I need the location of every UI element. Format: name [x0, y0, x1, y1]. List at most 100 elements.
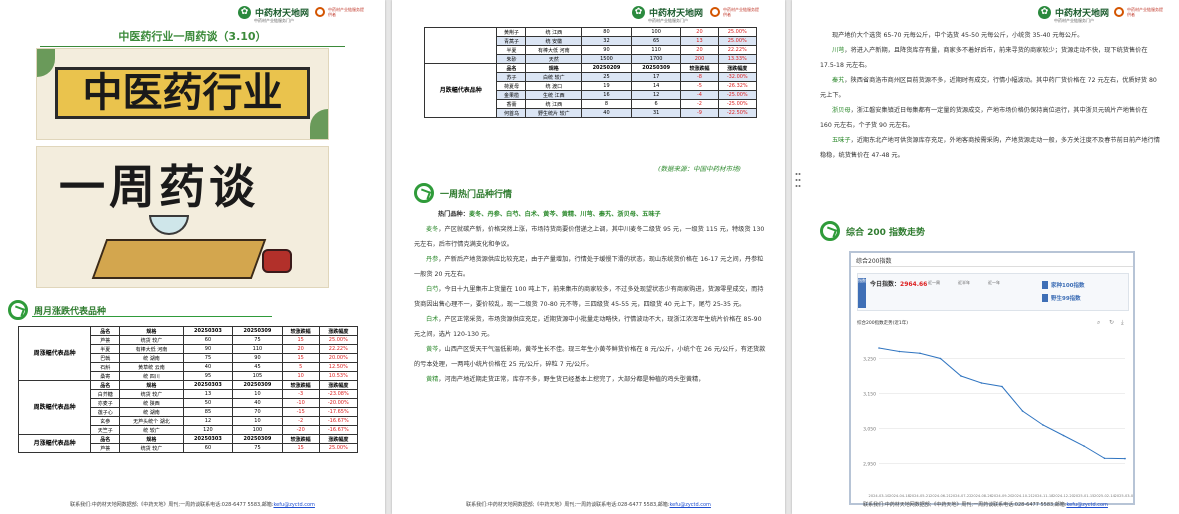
- table-cell: 1700: [630, 54, 682, 64]
- column-header: 20250209: [581, 63, 632, 73]
- x-tick-label: 2024-08-26: [971, 494, 993, 498]
- item-name: 白芍: [426, 286, 439, 293]
- column-header: 较涨跌幅: [680, 63, 719, 73]
- table-cell: 31: [630, 108, 682, 118]
- table-cell: 芦荟: [90, 443, 121, 453]
- table-cell: 统 江西: [525, 99, 583, 109]
- table-cell: 有棒大低 河南: [119, 344, 184, 354]
- row-group-label: 月涨幅代表品种: [17, 434, 92, 453]
- table-cell: 青蒿子: [496, 36, 527, 46]
- row-group-label: 周涨幅代表品种: [17, 326, 92, 381]
- table-cell: -26.32%: [717, 81, 758, 91]
- paragraph-text: ，河南产地近期走货正常，库存不多，野生货已经基本上挖完了，大部分都是种植的鸡头型…: [438, 376, 705, 383]
- download-icon[interactable]: ⤓: [1121, 319, 1124, 327]
- table-cell: 半夏: [90, 344, 121, 354]
- refresh-icon[interactable]: ↻: [1109, 319, 1114, 326]
- table-header-row: 周跌幅代表品种 品名 规格 20250303 20250309 较涨跌幅 涨跌幅度: [17, 380, 359, 435]
- data-source: (数据来源：中国中药材市场): [658, 165, 742, 173]
- table-cell: -9: [680, 108, 719, 118]
- logo-subtitle: 中药材产业链服务门户: [648, 18, 688, 23]
- logo-subtitle: 中药材产业链服务门户: [1054, 18, 1094, 23]
- brand-badge: 中药材产业链服务提供者: [315, 7, 365, 17]
- paragraph: 现产地价大个选货 65-70 元每公斤，中个选货 45-50 元每公斤，小统货 …: [820, 28, 1160, 43]
- label-year: 近一年: [988, 280, 1000, 285]
- data-point: [898, 350, 901, 353]
- table-cell: -3: [281, 389, 320, 399]
- table-cell: 90: [581, 45, 632, 55]
- table-cell: 统 陕西: [119, 398, 184, 408]
- x-tick-label: 2025-03-08: [1115, 494, 1133, 498]
- y-tick-label: 2,950: [863, 462, 876, 468]
- table-cell: 生统 江西: [525, 90, 583, 100]
- table-cell: 5: [281, 362, 320, 372]
- document-page-1: ✿ 中药材天地网 中药材产业链服务门户 中药材产业链服务提供者 中医药行业一周药…: [0, 0, 385, 514]
- table-cell: 巴戟: [90, 353, 121, 363]
- table-cell: 90: [182, 344, 234, 354]
- table-cell: 统货 较广: [119, 335, 184, 345]
- x-tick-label: 2024-07-22: [951, 494, 972, 498]
- table-cell: 85: [182, 407, 234, 417]
- table-header-row: 月跌幅代表品种 品名 规格 20250209 20250309 较涨跌幅 涨跌幅度: [423, 63, 758, 118]
- table-cell: 苏子: [496, 72, 527, 82]
- email-link[interactable]: kefu@zyctd.com: [273, 502, 314, 508]
- email-link[interactable]: kefu@zyctd.com: [669, 502, 710, 508]
- column-header: 品名: [90, 434, 121, 444]
- column-header: 较涨跌幅: [281, 326, 320, 336]
- column-header: 较涨跌幅: [281, 434, 320, 444]
- table-cell: 40: [182, 362, 234, 372]
- table-cell: 19: [581, 81, 632, 91]
- wild-index-icon: [1042, 294, 1048, 302]
- paragraph-text: ，产区正常采货，市场货源供应充足，近期货源中小批量走动略快，行情波动不大，现浙江…: [414, 316, 762, 338]
- table-cell: 有棒大低 河南: [525, 45, 583, 55]
- banner-subtitle: 一周药谈: [59, 160, 259, 214]
- table-cell: 10: [232, 416, 283, 426]
- zoom-icon[interactable]: ⌕: [1097, 319, 1100, 327]
- table-cell: -16.67%: [318, 425, 359, 435]
- table-cell: -25.00%: [717, 90, 758, 100]
- data-point: [960, 375, 962, 377]
- x-tick-label: 2025-02-14: [1094, 494, 1116, 498]
- table-cell: 野生统片 较广: [525, 108, 583, 118]
- item-name: 浙贝母: [832, 107, 851, 114]
- table-cell: 13: [182, 389, 234, 399]
- table-cell: 75: [232, 443, 283, 453]
- column-header: 规格: [119, 326, 184, 336]
- table-cell: 20: [680, 45, 719, 55]
- drag-handle-icon[interactable]: [795, 172, 801, 190]
- email-link[interactable]: kefu@zyctd.com: [1066, 502, 1107, 508]
- row-group-label: 月跌幅代表品种: [423, 63, 498, 118]
- table-cell: 6: [630, 99, 682, 109]
- wild-index-link[interactable]: 野生99指数: [1051, 294, 1081, 302]
- paragraph: 白术，产区正常采货，市场货源供应充足，近期货源中小批量走动略快，行情波动不大，现…: [414, 312, 766, 342]
- leaf-icon: [820, 221, 840, 241]
- leaf-icon: ✿: [1038, 6, 1051, 19]
- page-footer: 联系我们:中药材天地网数据部;《中药天地》周刊;一周药谈联系电话:028-647…: [70, 502, 315, 508]
- brand-badge: 中药材产业链服务提供者: [710, 7, 760, 17]
- table-cell: 荷夏母: [496, 81, 527, 91]
- paragraph: 白芍，今日十九里集市上货量在 100 吨上下，前来集市的商家较多，不过多处现望状…: [414, 282, 766, 312]
- table-cell: 17: [630, 72, 682, 82]
- table-cell: 白芥糖: [90, 389, 121, 399]
- page-title: 中医药行业一周药谈（3.10）: [0, 28, 385, 47]
- leaf-icon: [414, 183, 434, 203]
- today-index: 今日指数：2964.66: [870, 281, 928, 288]
- paragraph: 川芎，将进入产新期，且降货库存有量，商家多不着好后市，前来寻货的商家较少；货源走…: [820, 43, 1160, 73]
- page3-paragraphs: 现产地价大个选货 65-70 元每公斤，中个选货 45-50 元每公斤，小统货 …: [820, 28, 1160, 163]
- badge-text: 中药材产业链服务提供者: [723, 7, 759, 17]
- data-point: [980, 382, 983, 384]
- table-cell: 统货 较广: [119, 389, 184, 399]
- table-cell: 120: [182, 425, 234, 435]
- column-header: 较涨跌幅: [281, 380, 320, 390]
- item-name: 麦冬: [426, 226, 439, 233]
- home-index-link[interactable]: 家种100指数: [1051, 281, 1084, 289]
- table-cell: 45: [232, 362, 283, 372]
- table-cell: 70: [232, 407, 283, 417]
- table-cell: 10: [281, 371, 320, 381]
- table-cell: 75: [182, 353, 234, 363]
- table-cell: 天然: [525, 54, 583, 64]
- table-cell: 20: [680, 27, 719, 37]
- section-header-index: 综合 200 指数走势: [820, 221, 925, 241]
- table-cell: 黄草统 云南: [119, 362, 184, 372]
- data-point: [878, 347, 880, 349]
- column-header: 规格: [525, 63, 583, 73]
